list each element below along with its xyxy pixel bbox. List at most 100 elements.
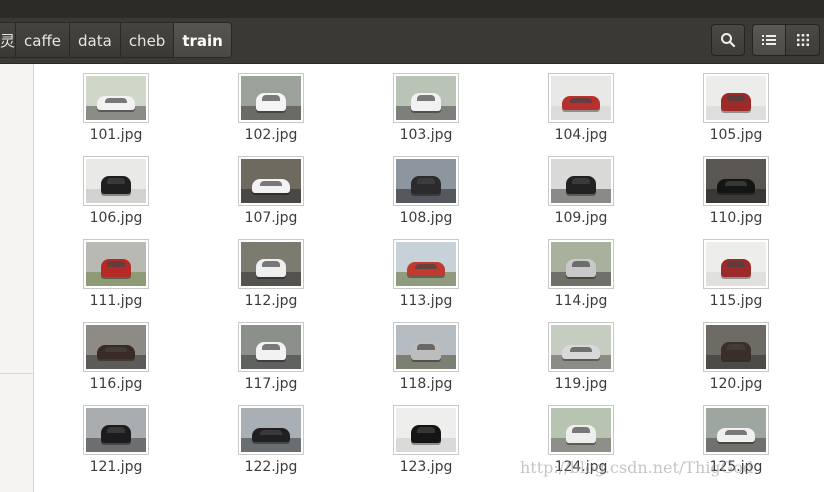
- car-silhouette: [256, 342, 286, 360]
- file-item[interactable]: 114.jpg: [521, 230, 641, 310]
- file-item[interactable]: 123.jpg: [366, 396, 486, 476]
- file-item[interactable]: 106.jpg: [56, 147, 176, 227]
- thumbnail-image: [396, 242, 456, 286]
- breadcrumb-item-train[interactable]: train: [174, 22, 232, 58]
- file-name-label: 108.jpg: [399, 210, 453, 226]
- file-thumbnail: [83, 405, 149, 455]
- car-silhouette: [97, 96, 135, 110]
- file-name-label: 113.jpg: [399, 293, 453, 309]
- car-silhouette: [562, 345, 600, 359]
- car-window: [572, 261, 590, 268]
- file-item[interactable]: 105.jpg: [676, 64, 796, 144]
- car-silhouette: [721, 342, 751, 360]
- car-silhouette: [256, 259, 286, 277]
- breadcrumb-item-data[interactable]: data: [70, 22, 121, 58]
- file-name-label: 117.jpg: [244, 376, 298, 392]
- list-view-icon: [762, 35, 776, 45]
- file-item[interactable]: 102.jpg: [211, 64, 331, 144]
- file-item[interactable]: 115.jpg: [676, 230, 796, 310]
- file-item[interactable]: 111.jpg: [56, 230, 176, 310]
- car-window: [259, 181, 283, 186]
- car-window: [727, 344, 745, 351]
- car-window: [724, 181, 748, 186]
- thumbnail-image: [706, 242, 766, 286]
- car-silhouette: [101, 259, 131, 277]
- file-item[interactable]: 118.jpg: [366, 313, 486, 393]
- file-item[interactable]: 110.jpg: [676, 147, 796, 227]
- file-thumbnail: [548, 322, 614, 372]
- car-silhouette: [101, 176, 131, 194]
- file-item[interactable]: 109.jpg: [521, 147, 641, 227]
- car-window: [104, 98, 128, 103]
- car-window: [572, 427, 590, 434]
- breadcrumb-item-caffe[interactable]: caffe: [16, 22, 71, 58]
- file-name-label: 101.jpg: [89, 127, 143, 143]
- breadcrumb-item-home[interactable]: 灵: [0, 22, 16, 58]
- thumbnail-image: [706, 408, 766, 452]
- car-window: [724, 430, 748, 435]
- file-item[interactable]: 103.jpg: [366, 64, 486, 144]
- car-window: [569, 347, 593, 352]
- file-item[interactable]: 112.jpg: [211, 230, 331, 310]
- car-silhouette: [717, 428, 755, 442]
- grid-view-icon: [796, 34, 809, 46]
- file-thumbnail: [83, 73, 149, 123]
- file-name-label: 118.jpg: [399, 376, 453, 392]
- car-silhouette: [566, 176, 596, 194]
- thumbnail-image: [551, 76, 611, 120]
- file-name-label: 122.jpg: [244, 459, 298, 475]
- file-item[interactable]: 107.jpg: [211, 147, 331, 227]
- file-thumbnail: [393, 73, 459, 123]
- file-thumbnail: [703, 239, 769, 289]
- file-item[interactable]: 124.jpg: [521, 396, 641, 476]
- file-name-label: 110.jpg: [709, 210, 763, 226]
- car-silhouette: [411, 93, 441, 111]
- file-item[interactable]: 120.jpg: [676, 313, 796, 393]
- file-thumbnail: [238, 239, 304, 289]
- file-item[interactable]: 117.jpg: [211, 313, 331, 393]
- file-name-label: 104.jpg: [554, 127, 608, 143]
- file-thumbnail: [393, 156, 459, 206]
- file-thumbnail: [83, 322, 149, 372]
- file-name-label: 107.jpg: [244, 210, 298, 226]
- car-window: [727, 261, 745, 268]
- car-silhouette: [721, 93, 751, 111]
- file-item[interactable]: 116.jpg: [56, 313, 176, 393]
- sidebar-divider: [0, 373, 33, 374]
- file-thumbnail: [393, 322, 459, 372]
- file-name-label: 103.jpg: [399, 127, 453, 143]
- breadcrumb-item-cheb[interactable]: cheb: [120, 22, 175, 58]
- file-item[interactable]: 108.jpg: [366, 147, 486, 227]
- car-window: [107, 261, 125, 268]
- file-name-label: 102.jpg: [244, 127, 298, 143]
- car-window: [104, 347, 128, 352]
- file-item[interactable]: 119.jpg: [521, 313, 641, 393]
- car-window: [417, 427, 435, 434]
- file-thumbnail: [703, 322, 769, 372]
- file-item[interactable]: 113.jpg: [366, 230, 486, 310]
- window-top-strip: [0, 0, 824, 18]
- thumbnail-image: [706, 76, 766, 120]
- file-thumbnail: [393, 239, 459, 289]
- car-window: [572, 178, 590, 185]
- grid-view-button[interactable]: [786, 24, 820, 56]
- file-item[interactable]: 101.jpg: [56, 64, 176, 144]
- file-thumbnail: [548, 405, 614, 455]
- car-silhouette: [252, 179, 290, 193]
- car-silhouette: [101, 425, 131, 443]
- car-silhouette: [97, 345, 135, 359]
- search-button[interactable]: [711, 24, 745, 56]
- file-name-label: 105.jpg: [709, 127, 763, 143]
- car-silhouette: [721, 259, 751, 277]
- file-name-label: 123.jpg: [399, 459, 453, 475]
- sidebar: [0, 64, 34, 492]
- car-window: [262, 344, 280, 351]
- file-item[interactable]: 125.jpg: [676, 396, 796, 476]
- file-item[interactable]: 122.jpg: [211, 396, 331, 476]
- file-item[interactable]: 104.jpg: [521, 64, 641, 144]
- list-view-button[interactable]: [752, 24, 786, 56]
- file-name-label: 119.jpg: [554, 376, 608, 392]
- car-silhouette: [252, 428, 290, 442]
- file-name-label: 121.jpg: [89, 459, 143, 475]
- file-item[interactable]: 121.jpg: [56, 396, 176, 476]
